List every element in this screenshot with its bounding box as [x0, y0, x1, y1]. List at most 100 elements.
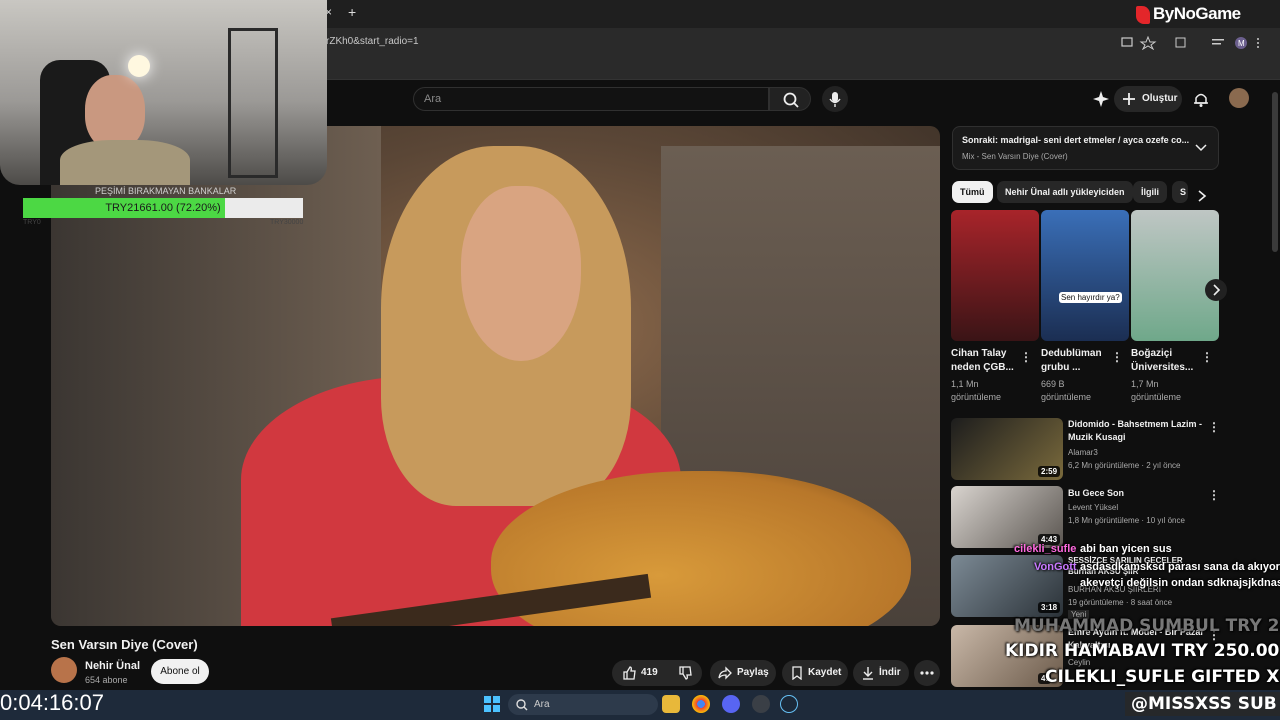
short-title[interactable]: Cihan Talay neden ÇGB... [951, 347, 1014, 375]
chip-related[interactable]: İlgili [1133, 181, 1167, 203]
download-button[interactable]: İndir [853, 660, 909, 686]
share-label: Paylaş [737, 667, 769, 678]
short-views: 1,1 Mn görüntüleme [951, 379, 1002, 402]
donation-goal-text: TRY21661.00 (72.20%) [105, 202, 221, 214]
bookmark-icon [792, 666, 802, 680]
webcam-light [128, 55, 150, 77]
file-explorer-icon[interactable] [662, 695, 680, 713]
webcam-overlay [0, 0, 327, 185]
svg-text:M: M [1238, 39, 1245, 48]
scrollbar[interactable] [1272, 92, 1278, 252]
video-title: Sen Varsın Diye (Cover) [51, 637, 198, 652]
more-actions-button[interactable] [914, 660, 940, 686]
donation-alert: KIDIR HAMABAVI TRY 250.00 [1005, 641, 1280, 661]
gift-alert: CILEKLI_SUFLE GIFTED X1 [1045, 667, 1280, 687]
carousel-next-icon[interactable] [1204, 278, 1228, 302]
bynogame-logo: ByNoGame [1153, 4, 1241, 23]
new-tab-icon[interactable]: + [348, 4, 356, 20]
save-label: Kaydet [808, 667, 842, 678]
channel-name[interactable]: Nehir Ünal [85, 660, 140, 672]
chip-all[interactable]: Tümü [952, 181, 993, 203]
up-next-playlist[interactable] [952, 126, 1219, 170]
streamer-handle: @MISSXSS SUB [1125, 692, 1280, 716]
video-frame-face [461, 186, 581, 361]
short-title[interactable]: Dedublüman grubu ... [1041, 347, 1102, 375]
stream-uptime-timer: 0:04:16:07 [0, 690, 104, 715]
taskbar-search-input[interactable]: Ara [508, 694, 658, 715]
video-meta: 6,2 Mn görüntüleme · 2 yıl önce [1068, 461, 1181, 470]
short-views: 669 B görüntüleme [1041, 379, 1092, 402]
voice-search-button[interactable] [822, 86, 848, 112]
thumbs-down-icon[interactable] [678, 666, 692, 680]
chat-username: VonGott [1034, 561, 1077, 573]
video-duration: 2:59 [1038, 466, 1061, 477]
chat-message: asdasdkamsksd parası sana da akıyor [1080, 561, 1280, 573]
create-button[interactable]: Oluştur [1114, 86, 1182, 112]
chat-message: abi ban yicen sus [1080, 543, 1172, 555]
chip-more[interactable]: S [1172, 181, 1188, 203]
video-meta: 19 görüntüleme · 8 saat önce [1068, 598, 1173, 607]
short-thumbnail[interactable] [1131, 210, 1219, 341]
chrome-icon[interactable] [692, 695, 710, 713]
video-channel[interactable]: Levent Yüksel [1068, 501, 1118, 514]
save-button[interactable]: Kaydet [782, 660, 848, 686]
video-title[interactable]: Didomido - Bahsetmem Lazim - Muzik Kusag… [1068, 418, 1202, 444]
sparkle-icon[interactable] [1092, 90, 1110, 108]
donation-goal-max: TRY30000 [270, 219, 304, 226]
webcam-streamer-face [85, 75, 145, 150]
like-count: 419 [641, 667, 658, 678]
donation-goal-label: PEŞİMİ BIRAKMAYAN BANKALAR [95, 186, 237, 196]
url-text[interactable]: rZKh0&start_radio=1 [326, 36, 419, 47]
short-thumbnail[interactable]: Sen hayırdır ya? [1041, 210, 1129, 341]
search-input[interactable]: Ara [413, 87, 769, 111]
share-button[interactable]: Paylaş [710, 660, 776, 686]
chevron-down-icon[interactable] [1194, 142, 1208, 154]
search-button[interactable] [769, 87, 811, 111]
steam-icon[interactable] [780, 695, 798, 713]
video-title[interactable]: Bu Gece Son [1068, 486, 1124, 500]
short-views: 1,7 Mn görüntüleme [1131, 379, 1182, 402]
create-label: Oluştur [1142, 93, 1178, 104]
subscriber-count: 654 abone [85, 675, 128, 685]
channel-avatar[interactable] [51, 657, 77, 683]
thumbs-up-icon[interactable] [622, 666, 636, 680]
playlist-subtitle: Mix - Sen Varsın Diye (Cover) [962, 152, 1068, 161]
short-thumbnail[interactable] [951, 210, 1039, 341]
webcam-streamer-shirt [60, 140, 190, 185]
video-channel[interactable]: Alamar3 [1068, 446, 1098, 459]
more-vertical-icon[interactable]: ⋮ [1208, 488, 1220, 502]
donation-alert: MUHAMMAD SUMBUL TRY 250.00 [1014, 616, 1280, 636]
download-label: İndir [879, 667, 901, 678]
browser-toolbar-icons: M [1121, 36, 1259, 50]
discord-icon[interactable] [722, 695, 740, 713]
more-horizontal-icon [920, 671, 934, 675]
video-duration: 3:18 [1038, 602, 1061, 613]
more-vertical-icon[interactable]: ⋮ [1020, 350, 1032, 364]
video-meta: 1,8 Mn görüntüleme · 10 yıl önce [1068, 516, 1185, 525]
short-thumbnail-caption: Sen hayırdır ya? [1059, 292, 1122, 303]
more-vertical-icon[interactable]: ⋮ [1111, 350, 1123, 364]
taskbar-search-icon [516, 699, 528, 711]
donation-goal-bar: TRY21661.00 (72.20%) [23, 198, 303, 218]
app-icon[interactable] [752, 695, 770, 713]
user-avatar[interactable] [1229, 88, 1249, 108]
subscribe-button[interactable]: Abone ol [151, 659, 209, 684]
more-vertical-icon[interactable]: ⋮ [1201, 350, 1213, 364]
chat-username: cilekli_sufle [1014, 543, 1077, 555]
search-icon [783, 92, 799, 108]
windows-start-icon[interactable] [483, 695, 501, 713]
microphone-icon [829, 92, 841, 107]
bookmark-star-icon [1139, 36, 1157, 50]
chat-message: akevetçi değilsin ondan sdknajsjkdnasd [1080, 577, 1280, 589]
short-title[interactable]: Boğaziçi Üniversites... [1131, 347, 1193, 375]
more-vertical-icon[interactable]: ⋮ [1208, 420, 1220, 434]
chip-from-uploader[interactable]: Nehir Ünal adlı yükleyiciden [997, 181, 1133, 203]
plus-icon [1123, 93, 1135, 105]
notification-bell-icon[interactable] [1192, 90, 1210, 108]
chevron-right-icon[interactable] [1196, 189, 1208, 203]
playlist-title[interactable]: Sonraki: madrigal- seni dert etmeler / a… [962, 135, 1192, 145]
download-icon [863, 667, 873, 680]
donation-goal-min: TRY0 [23, 219, 41, 226]
share-icon [718, 666, 732, 680]
webcam-shelf [228, 28, 278, 178]
